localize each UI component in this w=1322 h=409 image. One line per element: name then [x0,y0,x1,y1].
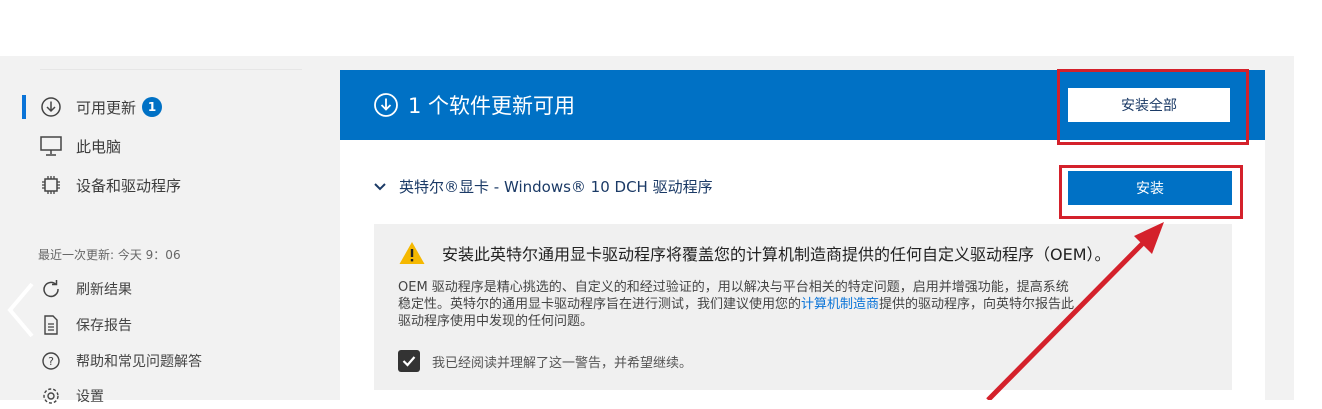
refresh-icon [38,276,64,302]
monitor-icon [38,133,64,159]
svg-text:?: ? [48,355,54,368]
carousel-prev-icon[interactable] [4,280,38,340]
gear-icon [38,383,64,409]
sidebar-item-devices-drivers[interactable]: 设备和驱动程序 [38,172,181,198]
install-highlight [1059,165,1243,219]
oem-manufacturer-link[interactable]: 计算机制造商 [801,297,879,312]
warning-icon [399,242,425,264]
driver-expander[interactable]: 英特尔®显卡 - Windows® 10 DCH 驱动程序 [373,176,713,197]
sidebar-item-available-updates[interactable]: 可用更新 1 [38,94,163,120]
warning-line-3: 驱动程序使用中发现的任何问题。 [398,314,594,329]
oem-warning-box: 安装此英特尔通用显卡驱动程序将覆盖您的计算机制造商提供的任何自定义驱动程序（OE… [374,224,1232,390]
chevron-down-icon [373,179,389,195]
sidebar-item-this-pc[interactable]: 此电脑 [38,133,121,159]
sidebar-item-label: 设备和驱动程序 [76,176,182,195]
carousel-next-icon[interactable] [1292,280,1322,340]
page-edge [1294,56,1322,400]
agree-checkbox-label: 我已经阅读并理解了这一警告，并希望继续。 [432,355,693,371]
sidebar-action-refresh[interactable]: 刷新结果 [38,276,132,302]
sidebar-item-label: 此电脑 [76,137,122,156]
sidebar-action-label: 刷新结果 [76,282,132,298]
driver-name: 英特尔®显卡 - Windows® 10 DCH 驱动程序 [399,178,713,196]
document-icon [38,312,64,338]
download-circle-icon [372,91,400,119]
sidebar-action-label: 帮助和常见问题解答 [76,354,202,370]
warning-title: 安装此英特尔通用显卡驱动程序将覆盖您的计算机制造商提供的任何自定义驱动程序（OE… [398,240,1111,266]
agree-row: 我已经阅读并理解了这一警告，并希望继续。 [398,350,692,372]
last-update-text: 最近一次更新: 今天 9：06 [38,248,181,262]
update-count-badge: 1 [142,97,163,117]
download-circle-icon [38,94,64,120]
install-all-highlight [1057,69,1249,145]
warning-title-text: 安装此英特尔通用显卡驱动程序将覆盖您的计算机制造商提供的任何自定义驱动程序（OE… [442,245,1111,264]
chip-icon [38,172,64,198]
warning-line-2-a: 稳定性。英特尔的通用显卡驱动程序旨在进行测试，我们建议使用您的 [398,297,802,312]
sidebar-action-settings[interactable]: 设置 [38,383,104,409]
agree-checkbox[interactable] [398,350,420,372]
sidebar-action-label: 设置 [76,389,104,405]
sidebar-action-help[interactable]: ? 帮助和常见问题解答 [38,348,202,374]
sidebar-item-label: 可用更新 [76,98,137,117]
active-indicator [22,95,26,119]
warning-line-1: OEM 驱动程序是精心挑选的、自定义的和经过验证的，用以解决与平台相关的特定问题… [398,280,1069,295]
updates-title: 1 个软件更新可用 [408,94,576,118]
sidebar-action-save-report[interactable]: 保存报告 [38,312,132,338]
sidebar-divider [40,69,302,70]
checkmark-icon [402,356,416,367]
help-icon: ? [38,348,64,374]
warning-body: OEM 驱动程序是精心挑选的、自定义的和经过验证的，用以解决与平台相关的特定问题… [398,279,1198,330]
warning-line-2-b: 提供的驱动程序，向英特尔报告此 [879,297,1075,312]
sidebar-action-label: 保存报告 [76,318,132,334]
warning-line-2: 稳定性。英特尔的通用显卡驱动程序旨在进行测试，我们建议使用您的计算机制造商提供的… [398,296,1198,313]
